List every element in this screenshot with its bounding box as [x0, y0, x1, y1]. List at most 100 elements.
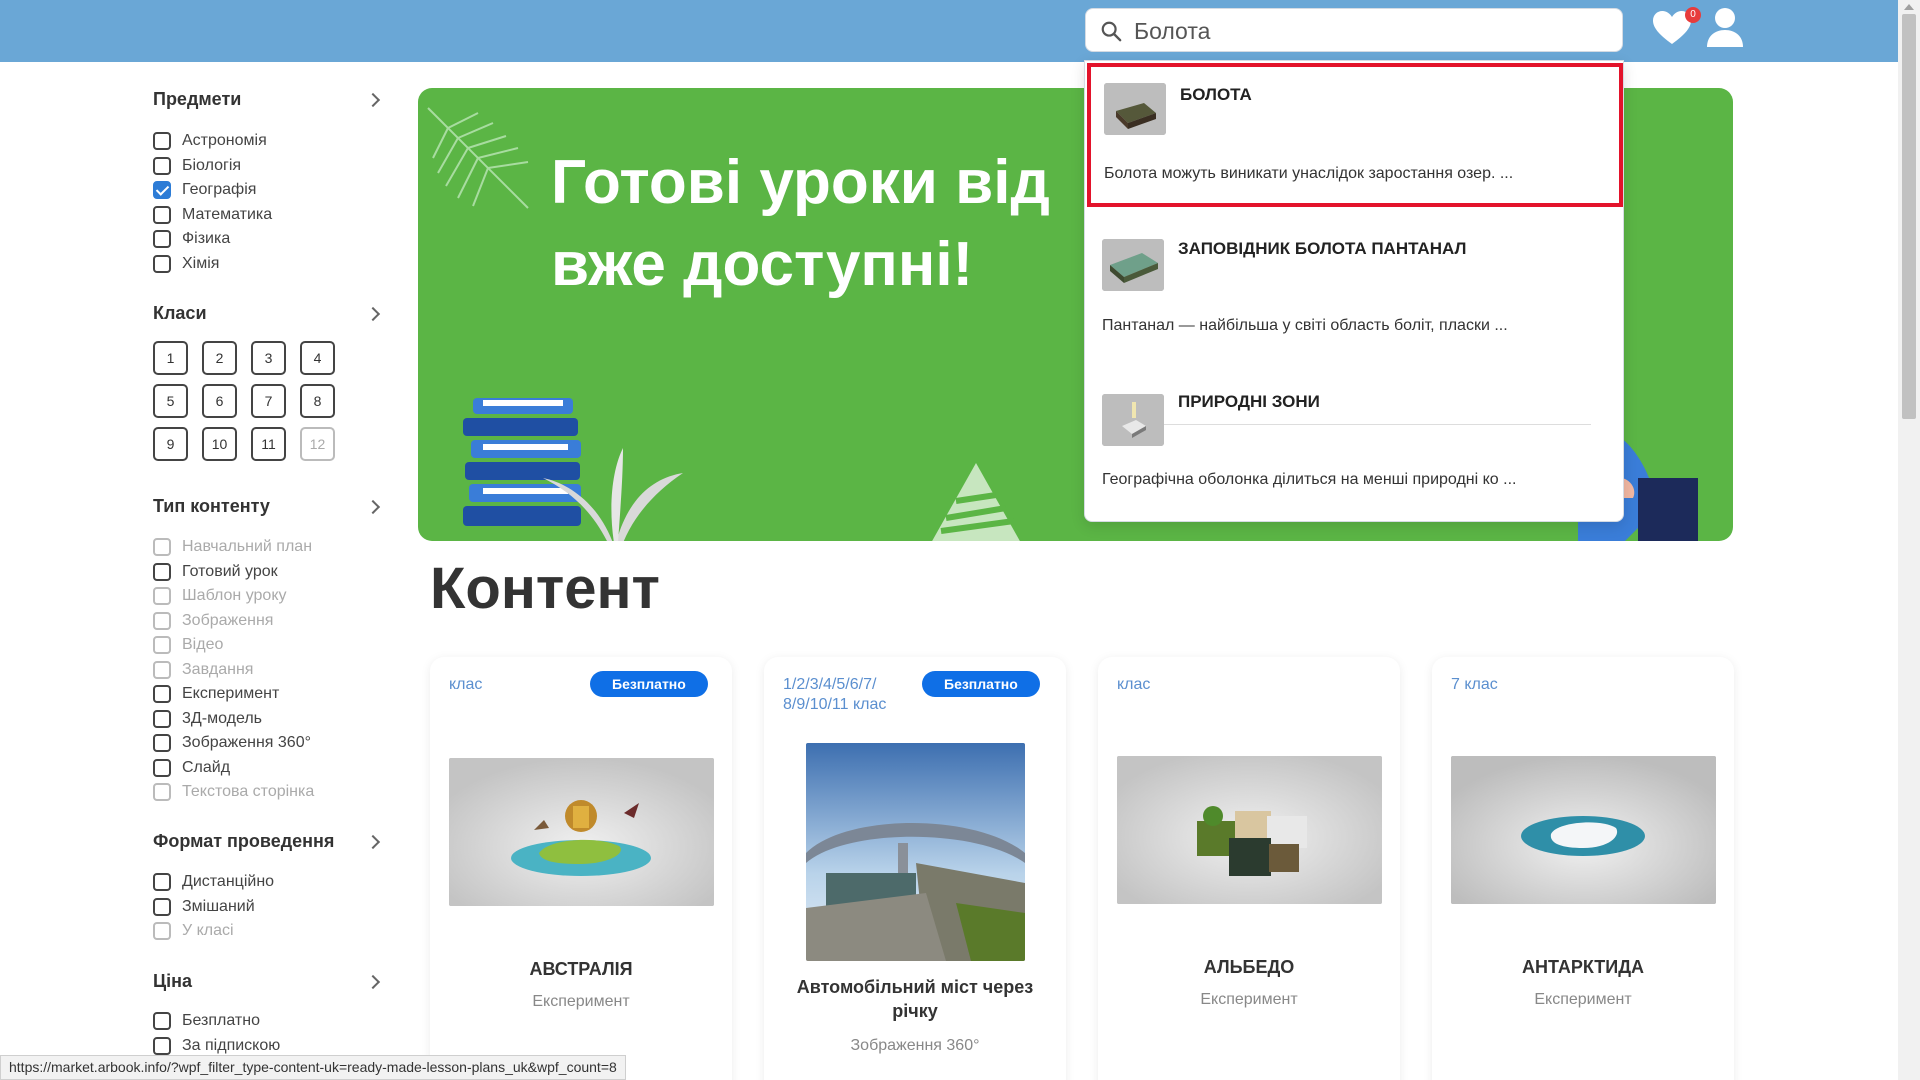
filter-option[interactable]: Астрономія	[153, 130, 267, 152]
search-result-item[interactable]: БОЛОТА Болота можуть виникати унаслідок …	[1087, 63, 1623, 207]
card-thumbnail[interactable]	[806, 743, 1025, 961]
result-title[interactable]: ПРИРОДНІ ЗОНИ	[1178, 392, 1320, 412]
result-title[interactable]: ЗАПОВІДНИК БОЛОТА ПАНТАНАЛ	[1178, 239, 1466, 259]
scroll-up-arrow-icon[interactable]	[1904, 4, 1914, 10]
price-filter-title[interactable]: Ціна	[153, 971, 192, 992]
chevron-right-icon[interactable]	[365, 974, 381, 990]
filter-checkbox	[153, 538, 171, 556]
browser-status-url: https://market.arbook.info/?wpf_filter_t…	[0, 1055, 626, 1080]
result-thumbnail	[1104, 83, 1166, 135]
filter-option[interactable]: Фізика	[153, 228, 230, 250]
filter-checkbox	[153, 611, 171, 630]
grade-button[interactable]: 6	[202, 384, 237, 418]
filter-option[interactable]: Дистанційно	[153, 871, 274, 893]
card-title[interactable]: АЛЬБЕДО	[1098, 955, 1400, 979]
filter-option-label: Астрономія	[182, 132, 267, 149]
grade-button[interactable]: 11	[251, 427, 286, 461]
filter-option[interactable]: Математика	[153, 204, 272, 226]
grades-filter-title[interactable]: Класи	[153, 303, 207, 324]
antarctica-model-image	[1451, 756, 1716, 904]
result-title[interactable]: БОЛОТА	[1180, 85, 1252, 105]
user-account-icon[interactable]	[1706, 7, 1744, 49]
australia-model-image	[449, 758, 714, 906]
content-card[interactable]: 1/2/3/4/5/6/7/ 8/9/10/11 клас Безплатно …	[764, 657, 1066, 1080]
filter-checkbox[interactable]	[153, 897, 171, 916]
chevron-right-icon[interactable]	[365, 834, 381, 850]
filter-option-label: Географія	[182, 181, 257, 198]
filter-option[interactable]: Хімія	[153, 253, 219, 275]
card-thumbnail[interactable]	[1117, 756, 1382, 904]
grade-button[interactable]: 1	[153, 341, 188, 375]
chevron-right-icon[interactable]	[365, 499, 381, 515]
free-badge: Безплатно	[922, 671, 1040, 697]
card-title[interactable]: АНТАРКТИДА	[1432, 955, 1734, 979]
search-result-item[interactable]: ПРИРОДНІ ЗОНИ Географічна оболонка ділит…	[1085, 372, 1625, 520]
grade-button[interactable]: 7	[251, 384, 286, 418]
result-thumbnail	[1102, 239, 1164, 291]
search-input[interactable]	[1134, 15, 1604, 47]
filter-checkbox	[153, 587, 171, 605]
card-title[interactable]: АВСТРАЛІЯ	[430, 957, 732, 981]
grade-button[interactable]: 3	[251, 341, 286, 375]
filter-checkbox[interactable]	[153, 562, 171, 581]
filter-option[interactable]: Зображення 360°	[153, 732, 311, 754]
banner-line-1: Готові уроки від	[551, 148, 1050, 217]
filter-checkbox[interactable]	[153, 230, 171, 248]
search-box[interactable]	[1085, 8, 1623, 52]
grade-button[interactable]: 8	[300, 384, 335, 418]
chevron-right-icon[interactable]	[365, 92, 381, 108]
grade-button: 12	[300, 427, 335, 461]
filter-checkbox[interactable]	[153, 685, 171, 703]
filter-checkbox[interactable]	[153, 132, 171, 150]
filter-checkbox[interactable]	[153, 709, 171, 728]
filter-option-label: Дистанційно	[182, 873, 275, 890]
filter-option[interactable]: Географія	[153, 179, 256, 201]
card-grade-label: клас	[1117, 676, 1151, 693]
filter-checkbox[interactable]	[153, 1012, 171, 1030]
filter-option-label: Фізика	[182, 230, 231, 247]
filter-checkbox	[153, 922, 171, 940]
grade-button[interactable]: 4	[300, 341, 335, 375]
filter-option-label: За підпискою	[182, 1036, 281, 1054]
filter-checkbox[interactable]	[153, 873, 171, 891]
filter-option[interactable]: За підпискою	[153, 1035, 280, 1057]
grade-button[interactable]: 5	[153, 384, 188, 418]
filter-option[interactable]: Змішаний	[153, 896, 255, 918]
format-filter-title[interactable]: Формат проведення	[153, 831, 334, 852]
search-result-item[interactable]: ЗАПОВІДНИК БОЛОТА ПАНТАНАЛ Пантанал — на…	[1085, 217, 1625, 365]
scrollbar-thumb[interactable]	[1902, 14, 1916, 419]
content-card[interactable]: 7 клас АНТАРКТИДА Експеримент	[1432, 657, 1734, 1080]
content-card[interactable]: клас Безплатно АВСТРАЛІЯ Експеримент	[430, 657, 732, 1080]
subjects-filter-title[interactable]: Предмети	[153, 89, 241, 110]
filter-checkbox[interactable]	[153, 205, 171, 224]
filter-option-label: Шаблон уроку	[182, 587, 287, 604]
chevron-right-icon[interactable]	[365, 306, 381, 322]
filter-option-label: Математика	[182, 205, 273, 223]
filter-checkbox[interactable]	[153, 734, 171, 752]
card-thumbnail[interactable]	[449, 758, 714, 906]
content-card[interactable]: клас АЛЬБЕДО Експеримент	[1098, 657, 1400, 1080]
filter-checkbox[interactable]	[153, 758, 171, 777]
filter-option[interactable]: Безплатно	[153, 1010, 260, 1032]
filter-checkbox[interactable]	[153, 181, 171, 199]
natural-zones-model-image	[1102, 394, 1164, 446]
content-type-filter-title[interactable]: Тип контенту	[153, 496, 270, 517]
grade-button[interactable]: 9	[153, 427, 188, 461]
filter-checkbox[interactable]	[153, 1036, 171, 1055]
filter-checkbox[interactable]	[153, 254, 171, 273]
filter-option[interactable]: Експеримент	[153, 683, 279, 705]
grade-button[interactable]: 2	[202, 341, 237, 375]
filter-option[interactable]: 3Д-модель	[153, 708, 262, 730]
filter-option[interactable]: Слайд	[153, 757, 230, 779]
grade-button[interactable]: 10	[202, 427, 237, 461]
filter-option[interactable]: Готовий урок	[153, 561, 278, 583]
card-grade-label: клас	[449, 676, 483, 693]
card-thumbnail[interactable]	[1451, 756, 1716, 904]
content-section-title: Контент	[430, 556, 660, 621]
card-title[interactable]: Автомобільний міст через річку	[784, 975, 1046, 1023]
filter-checkbox[interactable]	[153, 156, 171, 175]
filter-option-label: Безплатно	[182, 1012, 260, 1029]
filter-option: Відео	[153, 634, 223, 656]
filter-option-label: Навчальний план	[182, 538, 313, 555]
filter-option[interactable]: Біологія	[153, 155, 241, 177]
